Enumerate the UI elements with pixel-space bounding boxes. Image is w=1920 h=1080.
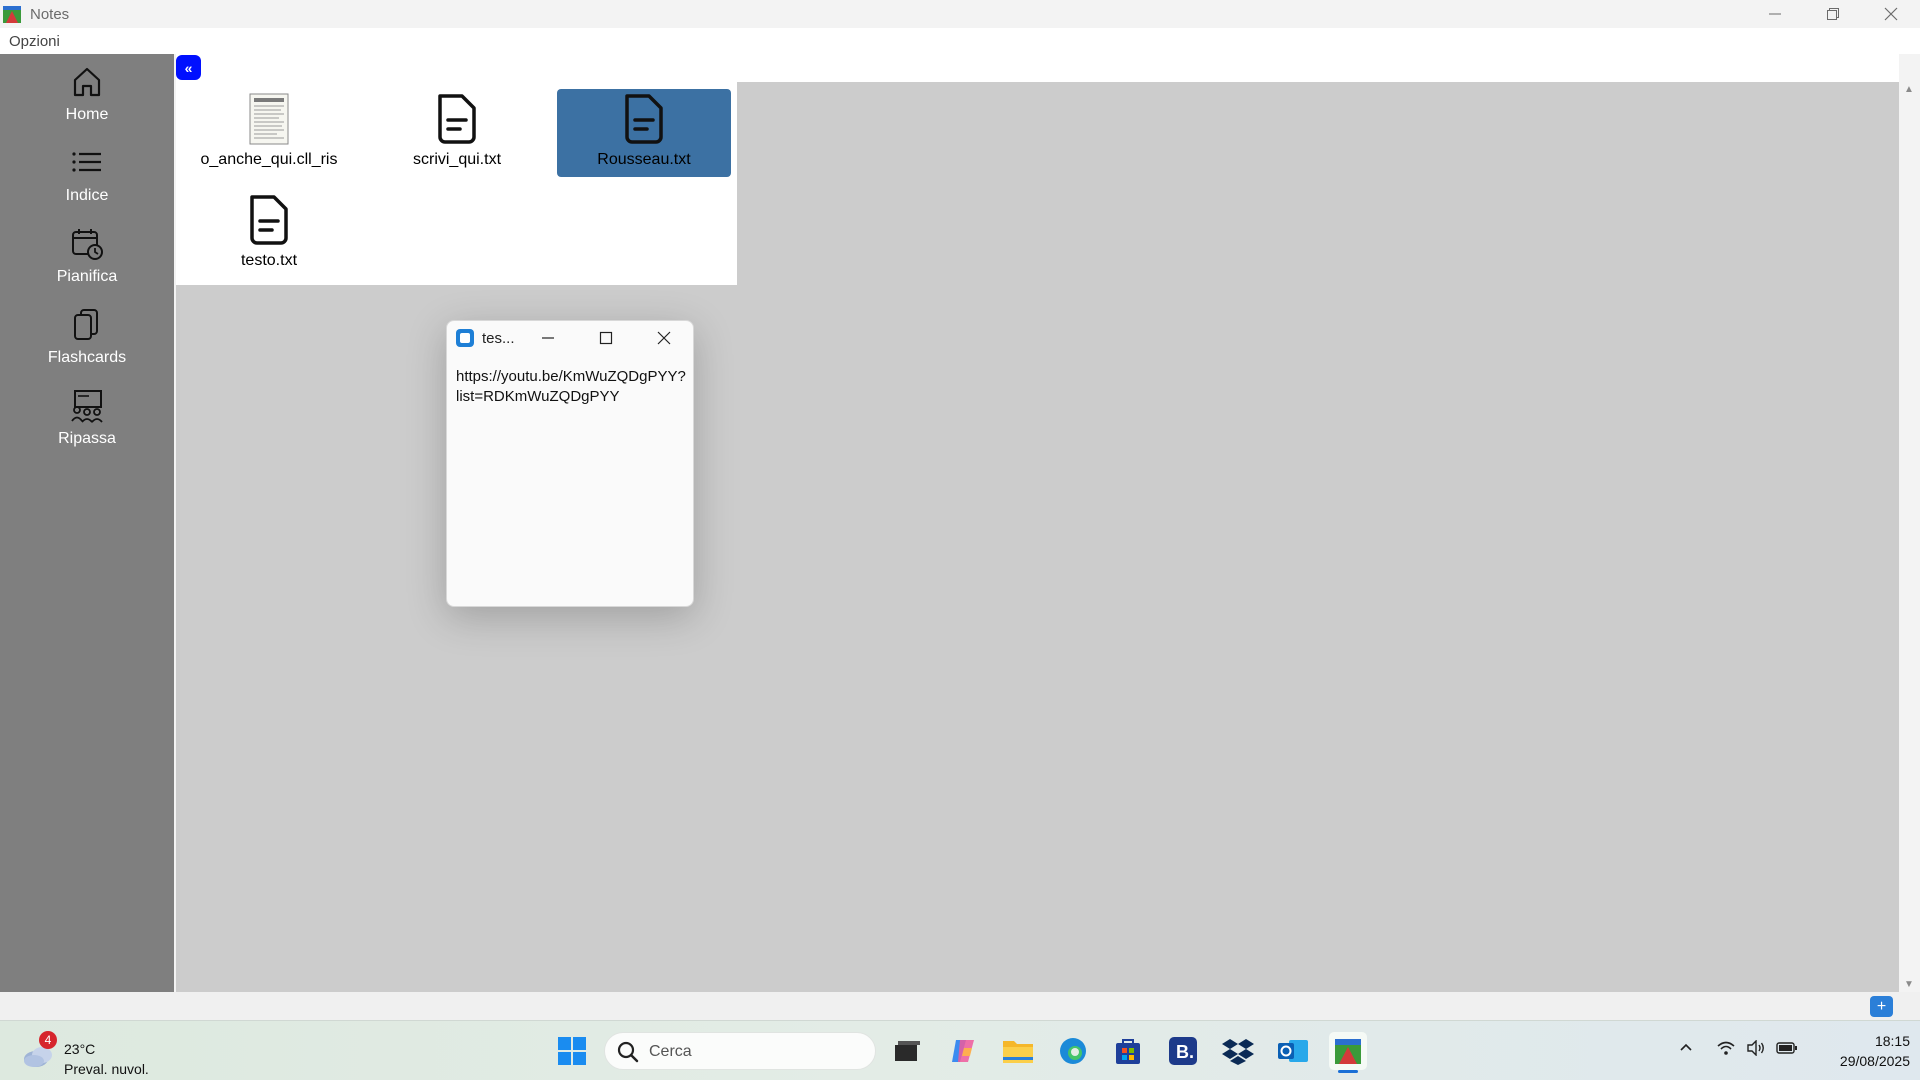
file-item-testo[interactable]: testo.txt bbox=[182, 190, 356, 278]
file-name: testo.txt bbox=[240, 252, 298, 269]
taskbar: 4 23°C Preval. nuvol. Cerca B. 18:15 29/… bbox=[0, 1020, 1920, 1080]
active-app-indicator bbox=[1338, 1070, 1358, 1073]
sidebar-item-label: Home bbox=[65, 106, 109, 123]
sidebar-item-label: Flashcards bbox=[47, 349, 127, 366]
outlook-icon bbox=[1278, 1040, 1308, 1062]
status-strip bbox=[0, 992, 1920, 1020]
sidebar-item-label: Indice bbox=[65, 187, 109, 204]
battery-status[interactable] bbox=[1776, 1041, 1798, 1060]
windows-start-icon bbox=[558, 1037, 586, 1065]
taskbar-search[interactable]: Cerca bbox=[604, 1032, 876, 1070]
booking-icon: B. bbox=[1169, 1037, 1197, 1065]
store-icon bbox=[1116, 1039, 1140, 1064]
main-area: « bbox=[176, 54, 1899, 992]
scroll-down-icon[interactable]: ▼ bbox=[1904, 979, 1914, 990]
task-view-icon bbox=[895, 1041, 920, 1061]
close-button[interactable] bbox=[1862, 0, 1920, 28]
file-name: Rousseau.txt bbox=[597, 151, 691, 168]
clock-time: 18:15 bbox=[1874, 1033, 1910, 1049]
weather-widget[interactable]: 4 23°C Preval. nuvol. bbox=[22, 1031, 172, 1077]
windows-start-button[interactable] bbox=[553, 1032, 591, 1070]
calendar-clock-icon bbox=[72, 229, 103, 260]
list-icon bbox=[72, 152, 101, 172]
review-icon bbox=[71, 390, 103, 423]
minimize-button[interactable] bbox=[1746, 0, 1804, 28]
restore-button[interactable] bbox=[1804, 0, 1862, 28]
close-icon bbox=[657, 331, 671, 345]
sidebar: Home Indice Pianifica Flashcards Ripassa bbox=[0, 54, 174, 992]
flashcards-icon bbox=[74, 309, 98, 340]
dropbox-button[interactable] bbox=[1219, 1032, 1257, 1070]
popup-close-button[interactable] bbox=[635, 321, 693, 355]
restore-icon bbox=[1827, 8, 1839, 20]
file-name: o_anche_qui.cll_ris bbox=[200, 151, 338, 168]
volume-control[interactable] bbox=[1746, 1039, 1766, 1061]
search-placeholder: Cerca bbox=[649, 1043, 692, 1060]
booking-button[interactable]: B. bbox=[1164, 1032, 1202, 1070]
sidebar-item-home[interactable]: Home bbox=[0, 58, 174, 136]
edge-icon bbox=[1060, 1038, 1086, 1064]
scroll-up-icon[interactable]: ▲ bbox=[1904, 84, 1914, 95]
minimize-icon bbox=[542, 337, 554, 339]
task-view-button[interactable] bbox=[888, 1032, 926, 1070]
menu-options[interactable]: Opzioni bbox=[9, 33, 60, 50]
sidebar-item-ripassa[interactable]: Ripassa bbox=[0, 382, 174, 460]
chevron-up-icon bbox=[1680, 1043, 1692, 1051]
store-button[interactable] bbox=[1109, 1032, 1147, 1070]
system-clock[interactable]: 18:15 29/08/2025 bbox=[1810, 1031, 1910, 1071]
weather-alert-badge: 4 bbox=[39, 1031, 57, 1049]
file-item-scrivi-qui[interactable]: scrivi_qui.txt bbox=[370, 89, 544, 177]
file-explorer-button[interactable] bbox=[999, 1032, 1037, 1070]
close-icon bbox=[1884, 7, 1898, 21]
battery-icon bbox=[1776, 1042, 1797, 1054]
weather-condition: Preval. nuvol. bbox=[64, 1061, 149, 1077]
notes-app-icon bbox=[2, 4, 22, 24]
text-file-icon bbox=[250, 195, 288, 245]
sidebar-item-pianifica[interactable]: Pianifica bbox=[0, 220, 174, 298]
popup-title: tes... bbox=[482, 329, 515, 347]
main-toolbar: « bbox=[176, 54, 1899, 82]
home-icon bbox=[73, 67, 101, 97]
outlook-button[interactable] bbox=[1274, 1032, 1312, 1070]
file-item-o-anche-qui[interactable]: o_anche_qui.cll_ris bbox=[182, 89, 356, 177]
wifi-status[interactable] bbox=[1716, 1040, 1736, 1061]
svg-text:B.: B. bbox=[1176, 1042, 1194, 1062]
minimize-icon bbox=[1769, 13, 1781, 15]
copilot-icon bbox=[952, 1040, 974, 1062]
vertical-scrollbar[interactable]: ▲ ▼ bbox=[1899, 82, 1920, 992]
add-note-button[interactable]: + bbox=[1870, 996, 1893, 1017]
popup-note-content[interactable]: https://youtu.be/KmWuZQDgPYY?list=RDKmWu… bbox=[456, 367, 688, 407]
popup-app-icon bbox=[456, 329, 474, 347]
wifi-icon bbox=[1717, 1041, 1735, 1055]
search-icon bbox=[617, 1041, 639, 1063]
dropbox-icon bbox=[1222, 1039, 1254, 1065]
menu-bar: Opzioni bbox=[0, 28, 1920, 54]
notes-taskbar-button[interactable] bbox=[1329, 1032, 1367, 1073]
file-explorer-icon bbox=[1003, 1041, 1033, 1063]
copilot-button[interactable] bbox=[944, 1032, 982, 1070]
speaker-icon bbox=[1747, 1039, 1764, 1057]
weather-temperature: 23°C bbox=[64, 1041, 96, 1057]
clock-date: 29/08/2025 bbox=[1839, 1053, 1910, 1069]
collapse-sidebar-button[interactable]: « bbox=[176, 55, 201, 80]
sidebar-item-label: Ripassa bbox=[58, 430, 116, 447]
document-thumbnail-icon bbox=[249, 93, 289, 145]
text-file-icon bbox=[438, 94, 476, 144]
window-title: Notes bbox=[30, 5, 70, 23]
file-item-rousseau[interactable]: Rousseau.txt bbox=[557, 89, 731, 177]
file-name: scrivi_qui.txt bbox=[412, 151, 502, 168]
popup-maximize-button[interactable] bbox=[577, 321, 635, 355]
edge-browser-button[interactable] bbox=[1054, 1032, 1092, 1070]
maximize-icon bbox=[599, 331, 613, 345]
show-hidden-icons-button[interactable] bbox=[1678, 1039, 1694, 1060]
text-file-icon bbox=[625, 94, 663, 144]
title-bar[interactable]: Notes bbox=[0, 0, 1920, 28]
notes-app-icon bbox=[1335, 1039, 1361, 1064]
note-popup-window[interactable]: tes... https://youtu.be/KmWuZQDgPYY?list… bbox=[446, 320, 694, 607]
sidebar-item-indice[interactable]: Indice bbox=[0, 139, 174, 217]
sidebar-item-label: Pianifica bbox=[56, 268, 118, 285]
popup-minimize-button[interactable] bbox=[519, 321, 577, 355]
sidebar-item-flashcards[interactable]: Flashcards bbox=[0, 301, 174, 379]
